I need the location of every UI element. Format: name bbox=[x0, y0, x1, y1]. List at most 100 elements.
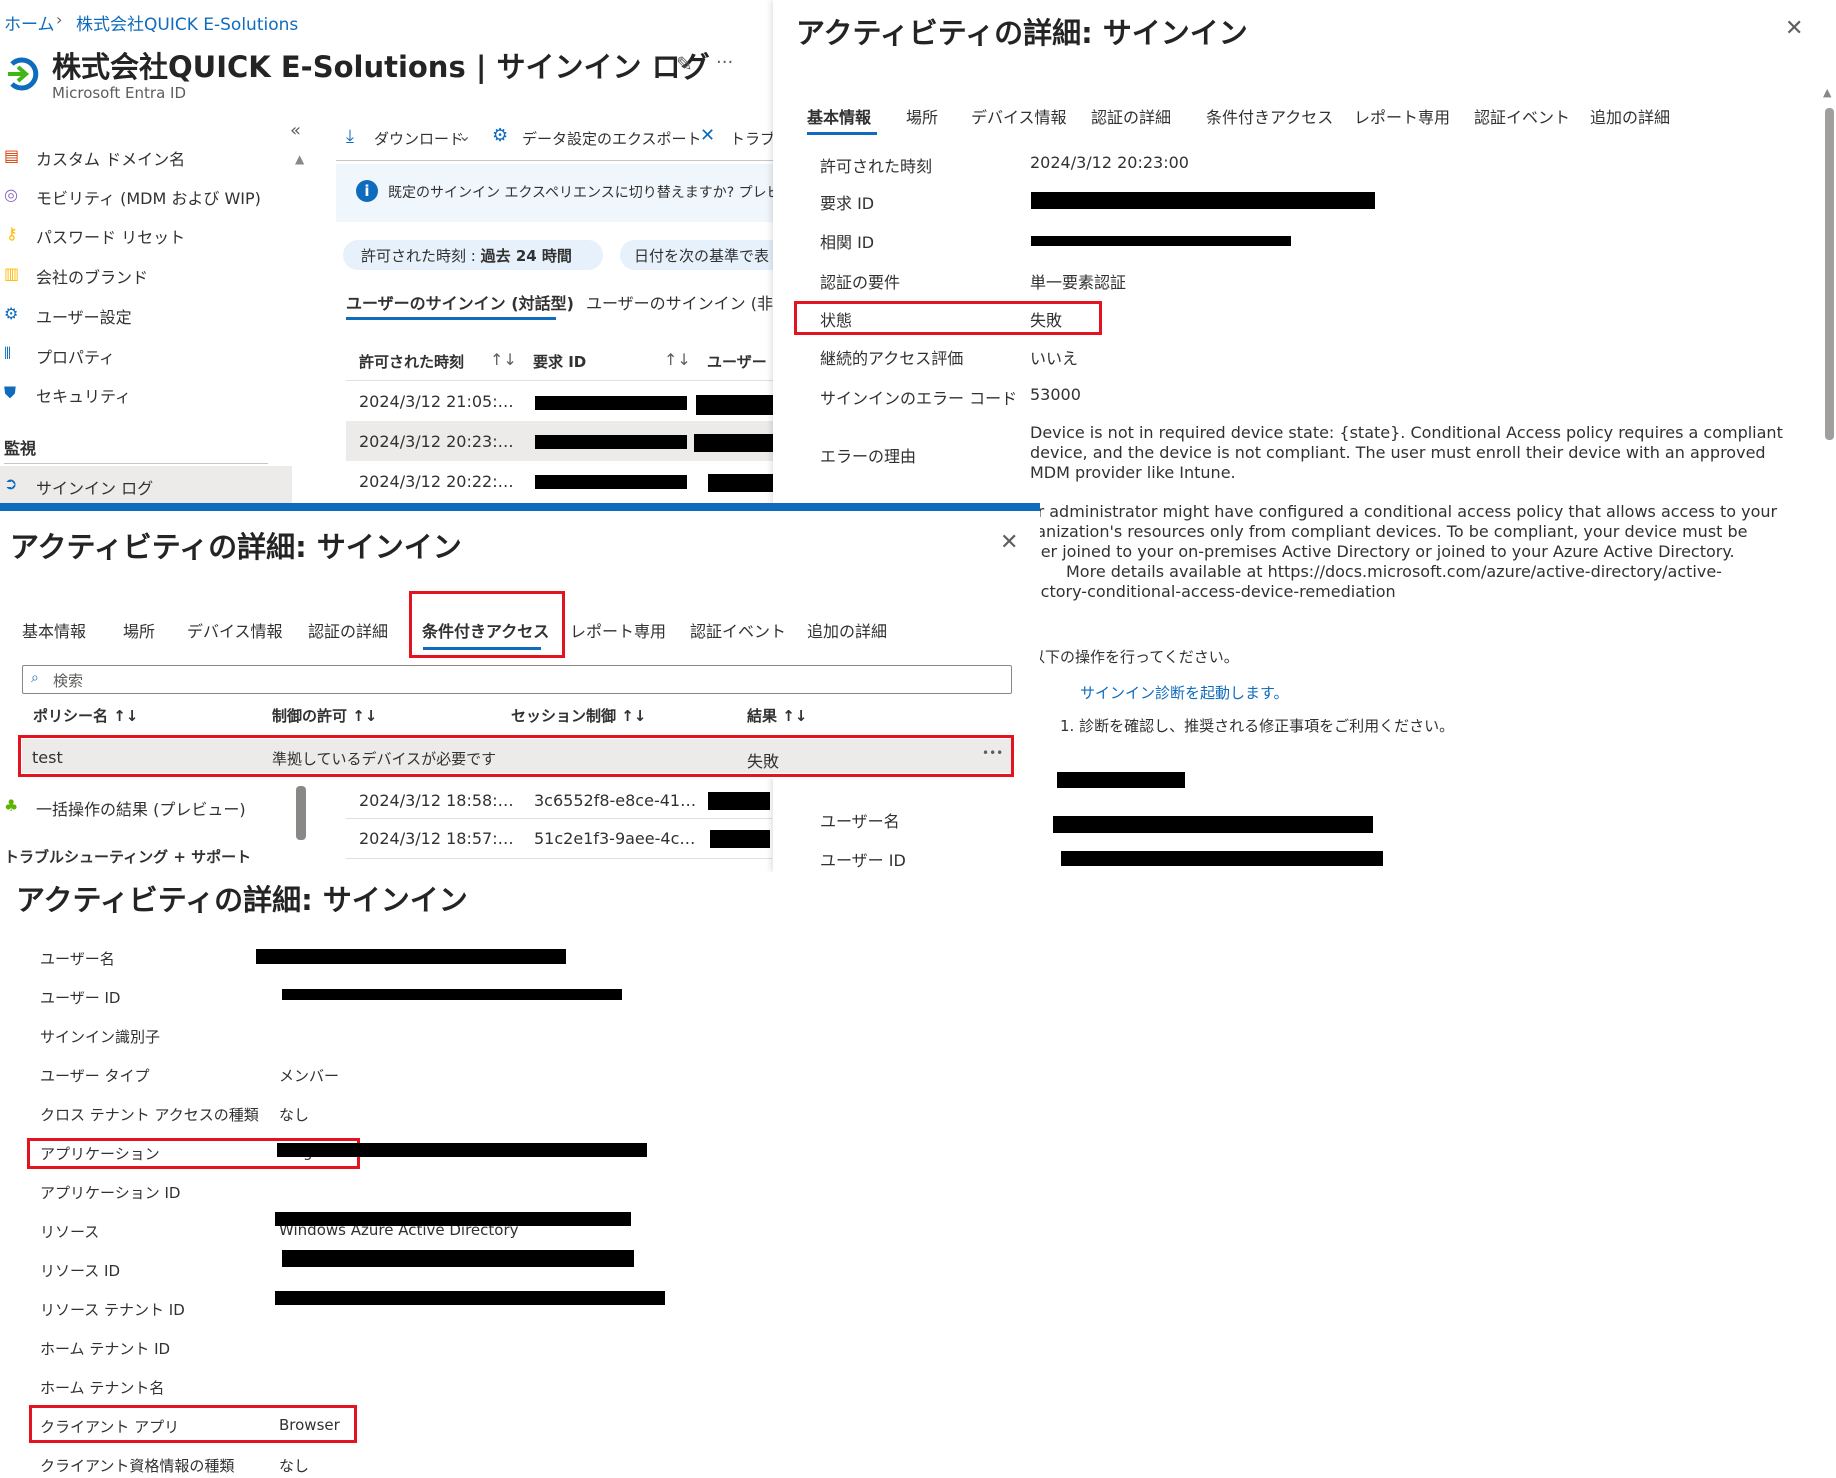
redacted bbox=[1031, 236, 1291, 246]
sidebar-item-user-settings[interactable]: ユーザー設定 bbox=[36, 304, 132, 328]
sidebar-item-security[interactable]: セキュリティ bbox=[36, 383, 131, 407]
field-label: ユーザー ID bbox=[820, 851, 906, 870]
export-settings-button[interactable]: データ設定のエクスポート bbox=[522, 128, 702, 149]
action-text: 以下の操作を行ってください。 bbox=[1030, 648, 1239, 666]
tab-basic-info[interactable]: 基本情報 bbox=[807, 104, 871, 128]
redacted bbox=[535, 396, 687, 410]
divider bbox=[4, 463, 268, 464]
table-row-time[interactable]: 2024/3/12 20:22:… bbox=[359, 472, 514, 491]
column-header-user[interactable]: ユーザー bbox=[707, 351, 767, 372]
tab-location[interactable]: 場所 bbox=[906, 104, 938, 128]
table-row-time[interactable]: 2024/3/12 20:23:… bbox=[359, 432, 514, 451]
close-button[interactable]: ✕ bbox=[1785, 16, 1803, 41]
tab-auth-details[interactable]: 認証の詳細 bbox=[1091, 104, 1171, 128]
tab-auth-details[interactable]: 認証の詳細 bbox=[308, 618, 388, 642]
domain-icon: ▤ bbox=[4, 146, 20, 165]
sidebar-item-signin-logs[interactable]: ➲ サインイン ログ bbox=[0, 466, 292, 504]
error-reason-text: Device is not in required device state: … bbox=[1030, 423, 1783, 482]
properties-icon: ⦀ bbox=[4, 344, 12, 363]
redacted bbox=[1031, 192, 1375, 209]
sidebar-item-branding[interactable]: 会社のブランド bbox=[36, 264, 148, 288]
tab-device-info[interactable]: デバイス情報 bbox=[971, 104, 1067, 128]
time-filter-pill[interactable]: 許可された時刻 : 過去 24 時間 bbox=[343, 240, 603, 270]
highlight-box bbox=[29, 1405, 357, 1443]
table-row-request-id[interactable]: 3c6552f8-e8ce-41… bbox=[534, 791, 696, 810]
panel-scrollbar[interactable] bbox=[1825, 108, 1834, 440]
redacted bbox=[256, 949, 566, 964]
key-icon: ⚷ bbox=[6, 224, 18, 243]
tab-additional-details[interactable]: 追加の詳細 bbox=[1590, 104, 1670, 128]
sidebar-item-password-reset[interactable]: パスワード リセット bbox=[36, 224, 185, 248]
field-label: 相関 ID bbox=[820, 233, 875, 252]
table-row-request-id[interactable]: 51c2e1f3-9aee-4c… bbox=[534, 829, 695, 848]
field-label: アプリケーション ID bbox=[40, 1184, 181, 1202]
table-row-time[interactable]: 2024/3/12 21:05:… bbox=[359, 392, 514, 411]
chevron-down-icon[interactable]: ⌄ bbox=[458, 126, 471, 145]
tab-report-only[interactable]: レポート専用 bbox=[1354, 104, 1450, 128]
tab-conditional-access[interactable]: 条件付きアクセス bbox=[1206, 104, 1333, 128]
sort-icon[interactable]: ↑↓ bbox=[664, 350, 691, 369]
scroll-up-arrow[interactable]: ▲ bbox=[295, 152, 304, 166]
tab-auth-events[interactable]: 認証イベント bbox=[690, 618, 786, 642]
tab-non-interactive[interactable]: ユーザーのサインイン (非対 bbox=[586, 290, 789, 314]
troubleshoot-button[interactable]: トラブ bbox=[730, 128, 775, 149]
more-button[interactable]: ··· bbox=[716, 52, 733, 73]
field-label: 許可された時刻 bbox=[820, 157, 933, 176]
tab-device-info[interactable]: デバイス情報 bbox=[187, 618, 283, 642]
field-value: いいえ bbox=[1030, 349, 1079, 368]
field-label: サインイン識別子 bbox=[40, 1028, 161, 1046]
tab-report-only[interactable]: レポート専用 bbox=[570, 618, 666, 642]
field-label: 継続的アクセス評価 bbox=[820, 349, 964, 368]
highlight-box bbox=[409, 591, 565, 658]
sidebar-item-properties[interactable]: プロパティ bbox=[36, 344, 115, 368]
search-input[interactable]: ⌕ 検索 bbox=[22, 665, 1012, 694]
collapse-sidebar-button[interactable]: « bbox=[290, 120, 301, 141]
field-value: メンバー bbox=[279, 1067, 340, 1085]
table-row-time[interactable]: 2024/3/12 18:58:… bbox=[359, 791, 514, 810]
column-header-session[interactable]: セッション制御 ↑↓ bbox=[511, 705, 646, 726]
tab-auth-events[interactable]: 認証イベント bbox=[1474, 104, 1570, 128]
tab-basic-info[interactable]: 基本情報 bbox=[22, 618, 86, 642]
redacted bbox=[275, 1212, 631, 1226]
column-header-request-id[interactable]: 要求 ID bbox=[533, 351, 586, 372]
sidebar-section-monitor: 監視 bbox=[4, 439, 37, 458]
sidebar-item-mobility[interactable]: モビリティ (MDM および WIP) bbox=[36, 185, 261, 209]
field-value: なし bbox=[279, 1457, 310, 1475]
download-button[interactable]: ダウンロード bbox=[374, 128, 464, 149]
redacted bbox=[535, 475, 687, 489]
column-header-time[interactable]: 許可された時刻 bbox=[359, 351, 464, 372]
field-label: ホーム テナント名 bbox=[40, 1379, 165, 1397]
breadcrumb-home[interactable]: ホーム bbox=[4, 10, 55, 35]
tab-additional-details[interactable]: 追加の詳細 bbox=[807, 618, 887, 642]
field-value-error-code: 53000 bbox=[1030, 385, 1081, 404]
tab-location[interactable]: 場所 bbox=[123, 618, 155, 642]
activity-detail-ca-panel: アクティビティの詳細: サインイン ✕ 基本情報 場所 デバイス情報 認証の詳細… bbox=[0, 511, 1040, 779]
field-label: 要求 ID bbox=[820, 194, 875, 213]
breadcrumb-tenant[interactable]: 株式会社QUICK E-Solutions bbox=[76, 10, 298, 35]
page-title: 株式会社QUICK E-Solutions | サインイン ログ bbox=[52, 50, 710, 84]
field-label: クライアント資格情報の種類 bbox=[40, 1457, 235, 1475]
user-settings-icon: ⚙ bbox=[4, 304, 19, 323]
column-header-result[interactable]: 結果 ↑↓ bbox=[747, 705, 807, 726]
sidebar-scrollbar[interactable] bbox=[296, 786, 306, 840]
column-header-grant[interactable]: 制御の許可 ↑↓ bbox=[272, 705, 377, 726]
tab-underline bbox=[346, 317, 556, 320]
portal-header-bar bbox=[0, 503, 1040, 511]
column-header-policy[interactable]: ポリシー名 ↑↓ bbox=[33, 705, 138, 726]
scroll-up-arrow[interactable]: ▲ bbox=[1823, 86, 1831, 99]
signin-diagnostic-link[interactable]: サインイン診断を起動します。 bbox=[1080, 682, 1289, 703]
highlight-box bbox=[18, 735, 1014, 777]
field-label: サインインのエラー コード bbox=[820, 389, 1018, 408]
redacted bbox=[275, 1291, 665, 1305]
close-button[interactable]: ✕ bbox=[1000, 530, 1018, 555]
activity-detail-user-panel: アクティビティの詳細: サインイン ユーザー名 ユーザー ID サインイン識別子 ユー… bbox=[0, 872, 1836, 1478]
pin-icon[interactable]: ✎ bbox=[676, 52, 693, 76]
table-row-time[interactable]: 2024/3/12 18:57:… bbox=[359, 829, 514, 848]
step-text: 1. 診断を確認し、推奨される修正事項をご利用ください。 bbox=[1060, 717, 1455, 735]
sort-icon[interactable]: ↑↓ bbox=[490, 350, 517, 369]
sidebar-item-custom-domain[interactable]: カスタム ドメイン名 bbox=[36, 146, 185, 170]
tab-interactive[interactable]: ユーザーのサインイン (対話型) bbox=[346, 290, 574, 314]
search-icon: ⌕ bbox=[31, 670, 39, 686]
field-label: リソース テナント ID bbox=[40, 1301, 185, 1319]
sidebar-item-bulk[interactable]: 一括操作の結果 (プレビュー) bbox=[36, 796, 246, 820]
